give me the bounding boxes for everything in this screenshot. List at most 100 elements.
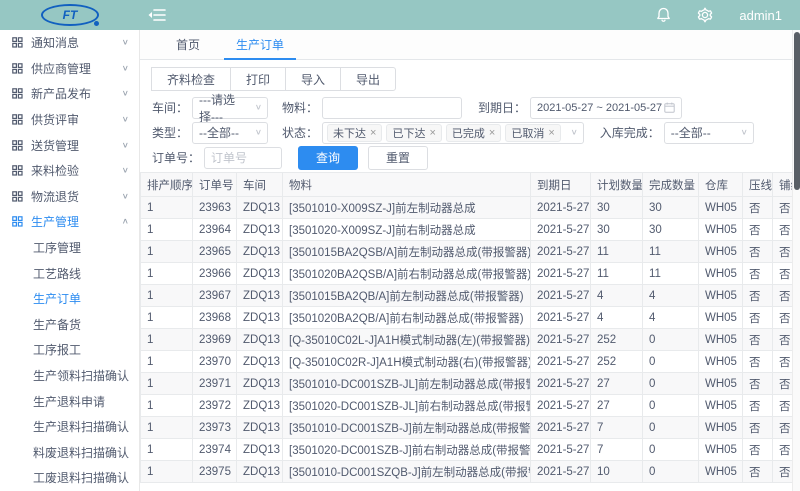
chevron-down-icon <box>255 103 262 112</box>
sidebar-item[interactable]: 送货管理 <box>0 132 139 158</box>
due-date-range-input[interactable]: 2021-05-27 ~ 2021-05-27 <box>530 97 682 119</box>
sidebar-item[interactable]: 供应商管理 <box>0 56 139 82</box>
cell-warehouse: WH05 <box>699 219 743 241</box>
status-tag-label: 已完成 <box>452 125 485 141</box>
top-bar: FT admin1 <box>0 0 800 30</box>
cell-workshop: ZDQ13 <box>237 197 283 219</box>
cell-press-line: 否 <box>743 329 773 351</box>
sidebar-subitem-label: 生产领料扫描确认 <box>33 367 129 384</box>
current-user[interactable]: admin1 <box>739 8 782 23</box>
sidebar-item[interactable]: 物流退货 <box>0 184 139 210</box>
sidebar-subitem[interactable]: 料废退料扫描确认 <box>0 440 139 466</box>
type-select[interactable]: --全部-- <box>192 122 268 144</box>
table-row[interactable]: 1 23965 ZDQ13 [3501015BA2QSB/A]前左制动器总成(带… <box>141 241 800 263</box>
sidebar-subitem[interactable]: 生产订单 <box>0 286 139 312</box>
cell-due-date: 2021-5-27 <box>531 329 591 351</box>
search-button[interactable]: 查询 <box>298 146 358 170</box>
sidebar-item[interactable]: 新产品发布 <box>0 81 139 107</box>
cell-material: [3501010-X009SZ-J]前左制动器总成 <box>283 197 531 219</box>
table-header-cell: 完成数量 <box>643 173 699 197</box>
sidebar-collapse-icon[interactable] <box>148 8 166 22</box>
cell-plan-qty: 27 <box>591 395 643 417</box>
cell-material: [3501015BA2QB/A]前左制动器总成(带报警器) <box>283 285 531 307</box>
order-no-input[interactable] <box>204 147 282 169</box>
sidebar-subitem-label: 生产备货 <box>33 316 81 333</box>
tab[interactable]: 首页 <box>158 30 218 59</box>
toolbar-button[interactable]: 导出 <box>340 67 396 91</box>
chevron-down-icon <box>570 128 577 137</box>
sidebar-item[interactable]: 生产管理 <box>0 209 139 235</box>
cell-workshop: ZDQ13 <box>237 241 283 263</box>
tag-close-icon[interactable]: × <box>548 127 554 139</box>
table-row[interactable]: 1 23970 ZDQ13 [Q-35010C02R-J]A1H模式制动器(右)… <box>141 351 800 373</box>
sidebar-subitem-label: 工艺路线 <box>33 265 81 282</box>
sidebar-subitem[interactable]: 生产领料扫描确认 <box>0 363 139 389</box>
notification-bell-icon[interactable] <box>656 7 671 23</box>
status-multiselect[interactable]: 未下达 × 已下达 × 已完成 × <box>322 122 584 144</box>
orders-table: 排产顺序 订单号 车间 物料 到期日 计划数量 完成数量 <box>140 172 800 491</box>
storage-done-select[interactable]: --全部-- <box>664 122 754 144</box>
cell-due-date: 2021-5-27 <box>531 241 591 263</box>
cell-plan-qty: 10 <box>591 461 643 483</box>
tag-close-icon[interactable]: × <box>370 127 376 139</box>
table-row[interactable]: 1 23974 ZDQ13 [3501020-DC001SZB-J]前右制动器总… <box>141 439 800 461</box>
scrollbar-thumb[interactable] <box>794 32 800 190</box>
table-header-cell: 压线 <box>743 173 773 197</box>
tag-close-icon[interactable]: × <box>489 127 495 139</box>
sidebar-item[interactable]: 来料检验 <box>0 158 139 184</box>
settings-gear-icon[interactable] <box>697 7 713 23</box>
workshop-select[interactable]: ---请选择--- <box>192 97 268 119</box>
cell-workshop: ZDQ13 <box>237 395 283 417</box>
table-row[interactable]: 1 23966 ZDQ13 [3501020BA2QSB/A]前右制动器总成(带… <box>141 263 800 285</box>
workshop-label: 车间： <box>152 99 188 116</box>
cell-order-no: 23966 <box>193 263 237 285</box>
table-row[interactable]: 1 23964 ZDQ13 [3501020-X009SZ-J]前右制动器总成 … <box>141 219 800 241</box>
table-row[interactable]: 1 23963 ZDQ13 [3501010-X009SZ-J]前左制动器总成 … <box>141 197 800 219</box>
cell-order-no: 23965 <box>193 241 237 263</box>
sidebar-subitem[interactable]: 生产退料申请 <box>0 388 139 414</box>
cell-seq: 1 <box>141 219 193 241</box>
chevron-down-icon <box>740 128 747 137</box>
cell-workshop: ZDQ13 <box>237 329 283 351</box>
cell-due-date: 2021-5-27 <box>531 219 591 241</box>
table-row[interactable]: 1 23968 ZDQ13 [3501020BA2QB/A]前右制动器总成(带报… <box>141 307 800 329</box>
tab[interactable]: 生产订单 <box>218 30 302 59</box>
material-input[interactable] <box>322 97 462 119</box>
sidebar-subitem[interactable]: 生产退料扫描确认 <box>0 414 139 440</box>
sidebar-item[interactable]: 通知消息 <box>0 30 139 56</box>
reset-button[interactable]: 重置 <box>368 146 428 170</box>
table-row[interactable]: 1 23972 ZDQ13 [3501020-DC001SZB-JL]前右制动器… <box>141 395 800 417</box>
cell-warehouse: WH05 <box>699 197 743 219</box>
toolbar-button[interactable]: 齐料检查 <box>151 67 231 91</box>
cell-done-qty: 4 <box>643 285 699 307</box>
table-header-row: 排产顺序 订单号 车间 物料 到期日 计划数量 完成数量 <box>141 173 800 197</box>
sidebar-subitem[interactable]: 工废退料扫描确认 <box>0 465 139 491</box>
sidebar-subitem[interactable]: 生产备货 <box>0 312 139 338</box>
sidebar-item[interactable]: 供货评审 <box>0 107 139 133</box>
cell-workshop: ZDQ13 <box>237 307 283 329</box>
cell-warehouse: WH05 <box>699 461 743 483</box>
table-row[interactable]: 1 23967 ZDQ13 [3501015BA2QB/A]前左制动器总成(带报… <box>141 285 800 307</box>
sidebar-subitem[interactable]: 工序管理 <box>0 235 139 261</box>
sidebar-subitem[interactable]: 工艺路线 <box>0 260 139 286</box>
cell-plan-qty: 252 <box>591 329 643 351</box>
toolbar-button[interactable]: 导入 <box>285 67 341 91</box>
cell-order-no: 23974 <box>193 439 237 461</box>
tag-close-icon[interactable]: × <box>429 127 435 139</box>
vertical-scrollbar[interactable] <box>792 30 800 491</box>
grid-menu-icon <box>12 165 23 176</box>
cell-due-date: 2021-5-27 <box>531 461 591 483</box>
cell-warehouse: WH05 <box>699 307 743 329</box>
table-header-cell: 订单号 <box>193 173 237 197</box>
toolbar-button[interactable]: 打印 <box>230 67 286 91</box>
table-row[interactable]: 1 23971 ZDQ13 [3501010-DC001SZB-JL]前左制动器… <box>141 373 800 395</box>
table-row[interactable]: 1 23975 ZDQ13 [3501010-DC001SZQB-J]前左制动器… <box>141 461 800 483</box>
status-tag: 未下达 × <box>327 124 382 142</box>
tab-label: 首页 <box>176 36 200 53</box>
cell-seq: 1 <box>141 329 193 351</box>
table-row[interactable]: 1 23973 ZDQ13 [3501010-DC001SZB-J]前左制动器总… <box>141 417 800 439</box>
cell-press-line: 否 <box>743 263 773 285</box>
sidebar-subitem[interactable]: 工序报工 <box>0 337 139 363</box>
table-row[interactable]: 1 23969 ZDQ13 [Q-35010C02L-J]A1H模式制动器(左)… <box>141 329 800 351</box>
cell-press-line: 否 <box>743 285 773 307</box>
